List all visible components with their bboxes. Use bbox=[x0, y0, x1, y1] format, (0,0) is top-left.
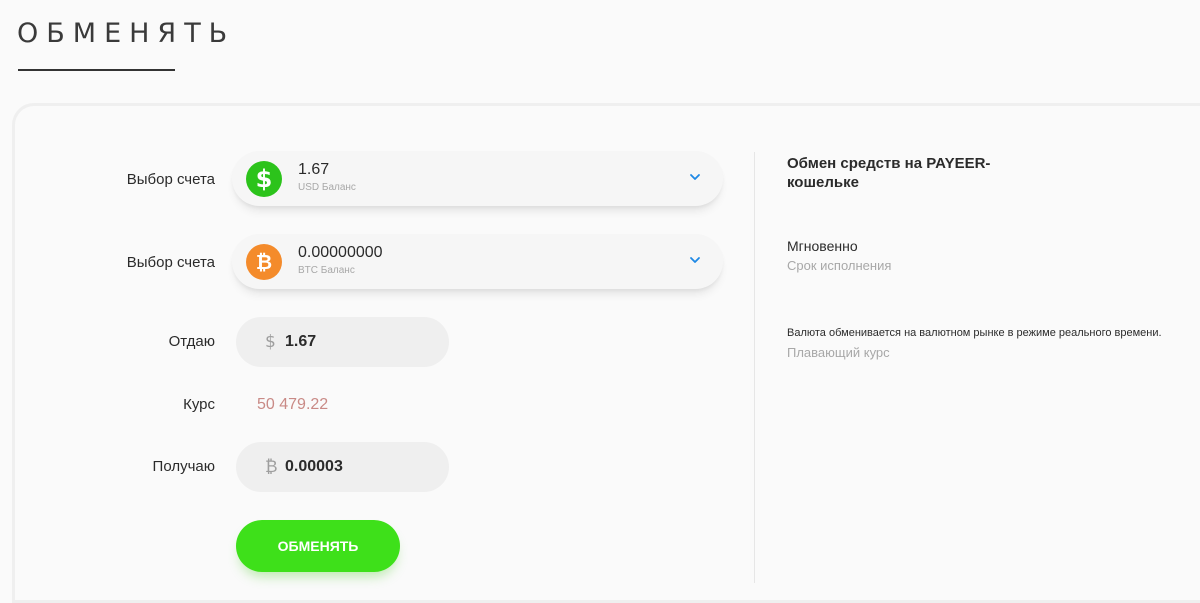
bitcoin-coin-icon: ₿ bbox=[246, 244, 282, 280]
give-amount-value: 1.67 bbox=[285, 333, 317, 350]
bitcoin-icon: ₿ bbox=[265, 457, 278, 477]
from-account-balance-label: USD Баланс bbox=[298, 182, 356, 193]
rate-value: 50 479.22 bbox=[257, 396, 329, 413]
column-divider bbox=[754, 152, 755, 583]
from-account-amount: 1.67 bbox=[298, 161, 330, 178]
info-title: Обмен средств на PAYEER-кошельке bbox=[787, 155, 991, 191]
to-account-label: Выбор счета bbox=[126, 254, 215, 271]
receive-amount-value: 0.00003 bbox=[285, 458, 343, 475]
exchange-button[interactable]: ОБМЕНЯТЬ bbox=[236, 520, 400, 572]
from-account-label: Выбор счета bbox=[126, 171, 215, 188]
receive-label: Получаю bbox=[152, 458, 215, 475]
to-account-amount: 0.00000000 bbox=[298, 244, 383, 261]
page-title: ОБМЕНЯТЬ bbox=[17, 18, 236, 49]
execution-speed-caption: Срок исполнения bbox=[787, 258, 892, 273]
chevron-down-icon bbox=[690, 257, 700, 263]
title-underline bbox=[18, 69, 175, 71]
rate-label: Курс bbox=[183, 396, 215, 413]
rate-type-description: Валюта обменивается на валютном рынке в … bbox=[787, 327, 1162, 339]
execution-speed-value: Мгновенно bbox=[787, 238, 858, 254]
to-account-select[interactable]: ₿ 0.00000000 BTC Баланс bbox=[232, 234, 723, 289]
dollar-icon: $ bbox=[265, 332, 276, 352]
give-label: Отдаю bbox=[168, 333, 215, 350]
receive-amount-input[interactable]: ₿ 0.00003 bbox=[236, 442, 449, 492]
to-account-balance-label: BTC Баланс bbox=[298, 265, 355, 276]
dollar-coin-icon: $ bbox=[246, 161, 282, 197]
chevron-down-icon bbox=[690, 174, 700, 180]
rate-type-caption: Плавающий курс bbox=[787, 345, 890, 360]
from-account-select[interactable]: $ 1.67 USD Баланс bbox=[232, 151, 723, 206]
give-amount-input[interactable]: $ 1.67 bbox=[236, 317, 449, 367]
